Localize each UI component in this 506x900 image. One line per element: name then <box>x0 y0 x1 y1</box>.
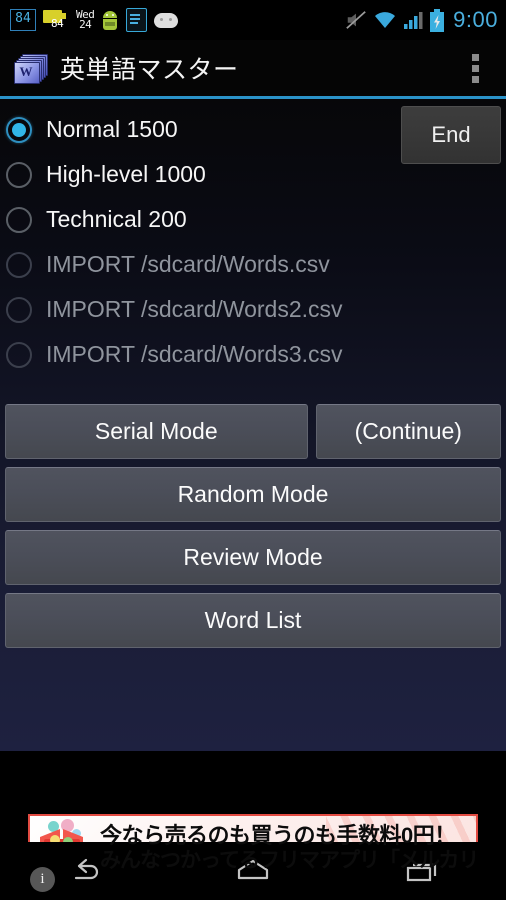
radio-option-normal-1500[interactable]: Normal 1500 <box>0 107 390 152</box>
radio-icon[interactable] <box>6 116 32 143</box>
radio-option-import-words-csv: IMPORT /sdcard/Words.csv <box>0 242 390 287</box>
wifi-icon <box>375 12 396 28</box>
app-title-bar: W 英単語マスター <box>0 40 506 96</box>
signal-icon <box>404 12 423 29</box>
ad-headline: 今なら売るのも買うのも手数料0円！ <box>100 822 456 848</box>
review-mode-button[interactable]: Review Mode <box>5 530 501 585</box>
status-bar-left-icons: 84 84 Wed 24 <box>10 8 345 32</box>
radio-label: High-level 1000 <box>46 161 206 187</box>
radio-option-technical-200[interactable]: Technical 200 <box>0 197 390 242</box>
app-icon: W <box>14 54 48 84</box>
battery-widget-icon: 84 <box>43 9 69 31</box>
radio-option-high-level-1000[interactable]: High-level 1000 <box>0 152 390 197</box>
status-bar: 84 84 Wed 24 9:00 <box>0 0 506 40</box>
status-bar-clock: 9:00 <box>453 7 498 32</box>
ad-info-icon[interactable]: i <box>30 867 55 892</box>
calendar-icon: Wed 24 <box>76 9 95 31</box>
app-icon-letter: W <box>19 64 33 79</box>
radio-icon <box>6 296 32 323</box>
mode-button-row-4: Word List <box>5 593 501 648</box>
radio-icon <box>6 341 32 368</box>
battery-charging-icon <box>430 8 445 32</box>
clipboard-icon <box>126 8 148 32</box>
calendar-day-number: 24 <box>79 18 92 31</box>
page-title: 英単語マスター <box>60 56 239 84</box>
android-robot-icon <box>101 9 119 31</box>
end-button[interactable]: End <box>401 106 501 164</box>
ad-subline: みんなつかってるフリマアプリ「メルカリ」 <box>100 848 478 872</box>
mute-icon <box>346 11 366 29</box>
ad-text: 今なら売るのも買うのも手数料0円！ みんなつかってるフリマアプリ「メルカリ」 <box>100 822 478 872</box>
radio-label: Technical 200 <box>46 206 187 232</box>
radio-icon[interactable] <box>6 206 32 233</box>
radio-label: IMPORT /sdcard/Words2.csv <box>46 296 343 322</box>
battery-widget-value: 84 <box>51 17 64 30</box>
continue-button[interactable]: (Continue) <box>315 404 501 459</box>
mode-button-row-3: Review Mode <box>5 530 501 585</box>
main-content: Normal 1500 High-level 1000 Technical 20… <box>0 99 506 751</box>
word-set-radio-group: Normal 1500 High-level 1000 Technical 20… <box>0 99 390 377</box>
radio-label: IMPORT /sdcard/Words3.csv <box>46 341 343 367</box>
serial-mode-button[interactable]: Serial Mode <box>5 404 308 459</box>
android-screen: 84 84 Wed 24 9:00 W 英単語マスター Normal 1500 … <box>0 0 506 900</box>
radio-option-import-words2-csv: IMPORT /sdcard/Words2.csv <box>0 287 390 332</box>
overflow-menu-icon[interactable] <box>462 48 488 88</box>
radio-icon <box>6 251 32 278</box>
radio-option-import-words3-csv: IMPORT /sdcard/Words3.csv <box>0 332 390 377</box>
battery-percent-icon: 84 <box>10 9 36 31</box>
bugdroid-icon <box>154 12 179 28</box>
mode-button-group: Serial Mode (Continue) Random Mode Revie… <box>0 404 506 656</box>
mode-button-row-1: Serial Mode (Continue) <box>5 404 501 459</box>
radio-label: Normal 1500 <box>46 116 178 142</box>
word-list-button[interactable]: Word List <box>5 593 501 648</box>
radio-icon[interactable] <box>6 161 32 188</box>
mode-button-row-2: Random Mode <box>5 467 501 522</box>
radio-label: IMPORT /sdcard/Words.csv <box>46 251 330 277</box>
status-bar-right-icons: 9:00 <box>345 7 498 33</box>
random-mode-button[interactable]: Random Mode <box>5 467 501 522</box>
